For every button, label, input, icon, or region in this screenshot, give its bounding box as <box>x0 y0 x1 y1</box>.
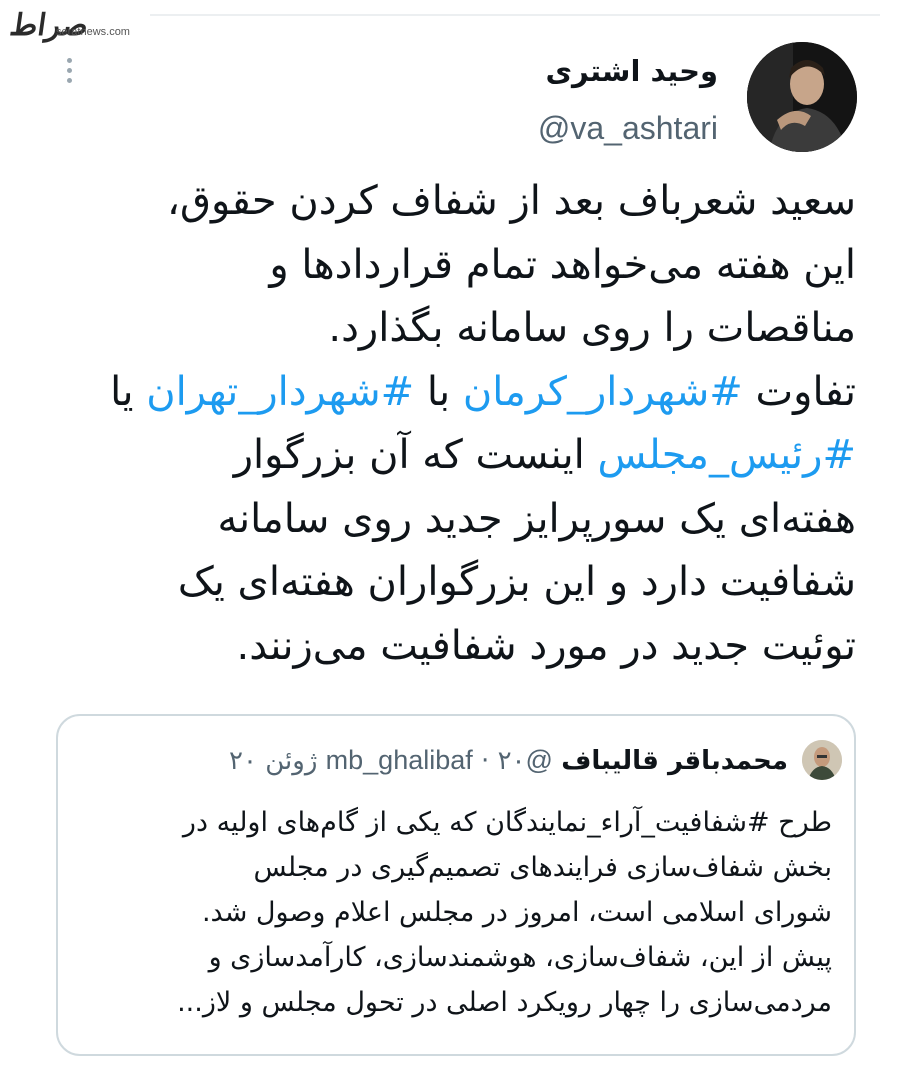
quoted-author-photo-icon <box>802 740 842 780</box>
tweet-text-segment: این هفته می‌خواهد تمام قراردادها و <box>269 241 856 288</box>
more-vertical-icon[interactable] <box>62 58 76 90</box>
tweet-text-segment: توئیت جدید در مورد شفافیت می‌زنند. <box>236 622 856 669</box>
tweet-text: سعید شعرباف بعد از شفاف کردن حقوق، این هف… <box>60 170 856 678</box>
quoted-text-line: مردمی‌سازی را چهار رویکرد اصلی در تحول م… <box>177 987 832 1018</box>
quoted-text-line: طرح #شفافیت_آراء_نمایندگان که یکی از گام… <box>182 807 832 838</box>
tweet-text-segment: تفاوت <box>742 368 856 415</box>
quoted-author-avatar[interactable] <box>802 740 842 780</box>
tweet-text-segment: با <box>414 368 463 415</box>
tweet-text-segment: مناقصات را روی سامانه بگذارد. <box>328 305 856 351</box>
author-photo-icon <box>747 42 857 152</box>
author-name[interactable]: وحید اشتری <box>545 54 718 88</box>
quoted-text-line: بخش شفاف‌سازی فرایندهای تصمیم‌گیری در مج… <box>253 852 832 883</box>
tweet-text-line: مناقصات را روی سامانه بگذارد. <box>60 297 856 361</box>
hashtag-link[interactable]: #شهردار_تهران <box>146 369 414 415</box>
quoted-text-line: شورای اسلامی است، امروز در مجلس اعلام وص… <box>201 897 832 928</box>
tweet-text-segment: سعید شعرباف بعد از شفاف کردن حقوق، <box>167 178 856 224</box>
tweet-text-segment: یا <box>110 368 147 415</box>
tweet-text-line: توئیت جدید در مورد شفافیت می‌زنند. <box>60 615 856 679</box>
tweet-text-segment: هفته‌ای یک سورپرایز جدید روی سامانه <box>217 495 856 542</box>
tweet-text-segment: اینست که آن بزرگوار <box>233 432 598 478</box>
quoted-author-name[interactable]: محمدباقر قالیباف <box>561 746 788 776</box>
hashtag-link[interactable]: #شهردار_کرمان <box>463 369 743 415</box>
quoted-text: طرح #شفافیت_آراء_نمایندگان که یکی از گام… <box>72 800 832 1025</box>
author-avatar[interactable] <box>747 42 857 152</box>
top-divider <box>150 14 880 16</box>
quoted-header: محمدباقر قالیباف @mb_ghalibaf · ۲۰ ژوئن … <box>229 740 788 781</box>
tweet-text-line: سعید شعرباف بعد از شفاف کردن حقوق، <box>60 170 856 234</box>
tweet-text-line: #رئیس_مجلس اینست که آن بزرگوار <box>60 424 856 488</box>
author-handle[interactable]: @va_ashtari <box>538 110 718 147</box>
tweet-text-line: شفافیت دارد و این بزرگواران هفته‌ای یک <box>60 551 856 615</box>
quoted-text-line: پیش از این، شفاف‌سازی، هوشمندسازی، کارآم… <box>208 942 832 973</box>
quoted-tweet-card[interactable]: محمدباقر قالیباف @mb_ghalibaf · ۲۰ ژوئن … <box>56 714 856 1056</box>
watermark-url: seratnews.com <box>56 26 130 38</box>
quoted-separator: · <box>481 746 490 776</box>
hashtag-link[interactable]: #رئیس_مجلس <box>597 432 856 478</box>
tweet-text-line: هفته‌ای یک سورپرایز جدید روی سامانه <box>60 488 856 552</box>
watermark-logo: صراط seratnews.com <box>8 8 160 48</box>
tweet-text-line: این هفته می‌خواهد تمام قراردادها و <box>60 234 856 298</box>
tweet-text-line: تفاوت #شهردار_کرمان با #شهردار_تهران یا <box>60 361 856 425</box>
tweet-text-segment: شفافیت دارد و این بزرگواران هفته‌ای یک <box>177 559 856 605</box>
